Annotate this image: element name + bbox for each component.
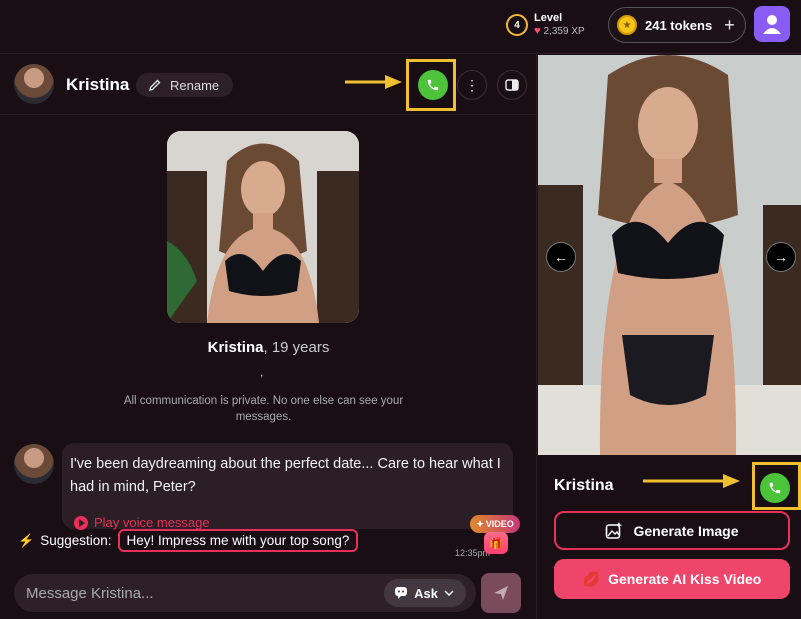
lightning-icon: ⚡ bbox=[18, 532, 35, 548]
plus-icon[interactable]: + bbox=[724, 15, 735, 36]
character-name: Kristina bbox=[66, 75, 130, 94]
profile-age: , 19 years bbox=[263, 339, 330, 356]
send-button[interactable] bbox=[481, 573, 521, 613]
generate-image-button[interactable]: Generate Image bbox=[554, 511, 790, 550]
panel-toggle-icon bbox=[505, 79, 519, 91]
user-avatar-button[interactable] bbox=[754, 6, 790, 42]
gift-icon[interactable]: 🎁 bbox=[484, 532, 508, 554]
message-input[interactable] bbox=[26, 584, 385, 602]
previous-photo-button[interactable]: ← bbox=[546, 242, 576, 272]
chat-pane: Kristina Rename ⋮ Kristina, 19 years , A… bbox=[0, 55, 537, 619]
message-avatar bbox=[14, 444, 54, 484]
tokens-button[interactable]: ★ 241 tokens + bbox=[608, 7, 746, 43]
separator-text: , bbox=[260, 365, 264, 379]
call-button[interactable] bbox=[418, 70, 448, 100]
send-icon bbox=[494, 586, 508, 600]
next-photo-button[interactable]: → bbox=[766, 242, 796, 272]
suggestion-row: ⚡ Suggestion: Hey! Impress me with your … bbox=[18, 529, 359, 552]
arrow-annotation-icon bbox=[643, 474, 740, 488]
kiss-icon: 💋 bbox=[582, 570, 601, 587]
level-indicator[interactable]: 4 Level ♥ 2,359 XP bbox=[506, 12, 585, 38]
generate-kiss-video-button[interactable]: 💋 Generate AI Kiss Video bbox=[554, 559, 790, 599]
character-photo: ← → bbox=[538, 55, 801, 455]
chat-bubble-icon bbox=[395, 587, 408, 599]
image-sparkle-icon bbox=[606, 521, 623, 539]
chevron-down-icon bbox=[444, 590, 454, 596]
profile-image bbox=[167, 131, 359, 323]
arrow-annotation-icon bbox=[345, 75, 402, 89]
panel-call-button[interactable] bbox=[760, 473, 790, 503]
message-text: I've been daydreaming about the perfect … bbox=[70, 456, 501, 495]
avatar[interactable] bbox=[14, 64, 54, 104]
xp-value: 2,359 XP bbox=[543, 26, 585, 37]
profile-name: Kristina bbox=[207, 339, 264, 356]
chat-header: Kristina Rename ⋮ bbox=[0, 55, 537, 115]
level-label: Level bbox=[534, 12, 563, 24]
phone-icon bbox=[769, 482, 781, 494]
character-panel: ← → Kristina Generate Image 💋 Generate A… bbox=[538, 55, 801, 619]
video-badge[interactable]: ✦ VIDEO bbox=[470, 515, 520, 533]
pencil-icon bbox=[149, 79, 161, 91]
profile-photo-graphic bbox=[167, 131, 359, 323]
play-voice-button[interactable]: Play voice message bbox=[74, 515, 210, 530]
more-options-button[interactable]: ⋮ bbox=[457, 70, 487, 100]
rename-label: Rename bbox=[170, 77, 220, 93]
more-vertical-icon: ⋮ bbox=[465, 76, 479, 93]
character-photo-graphic bbox=[538, 55, 801, 455]
message-bubble: I've been daydreaming about the perfect … bbox=[62, 443, 513, 530]
coin-icon: ★ bbox=[617, 15, 637, 35]
arrow-left-icon: ← bbox=[554, 249, 568, 265]
panel-character-name: Kristina bbox=[554, 477, 614, 494]
privacy-notice: All communication is private. No one els… bbox=[123, 395, 404, 423]
ask-label: Ask bbox=[414, 585, 438, 601]
sparkle-icon: ✦ bbox=[476, 518, 484, 529]
heart-icon: ♥ bbox=[534, 25, 541, 37]
message-input-row: Ask bbox=[14, 574, 476, 612]
voice-label: Play voice message bbox=[94, 515, 210, 530]
tokens-label: 241 tokens bbox=[645, 17, 713, 33]
top-bar: 4 Level ♥ 2,359 XP ★ 241 tokens + bbox=[0, 0, 801, 54]
video-badge-label: VIDEO bbox=[485, 519, 514, 529]
generate-image-label: Generate Image bbox=[633, 522, 739, 539]
phone-icon bbox=[427, 79, 439, 91]
suggestion-label: Suggestion: bbox=[40, 533, 112, 548]
user-icon bbox=[763, 15, 781, 34]
generate-kiss-label: Generate AI Kiss Video bbox=[608, 571, 762, 587]
suggestion-chip[interactable]: Hey! Impress me with your top song? bbox=[117, 529, 359, 552]
level-badge: 4 bbox=[506, 14, 528, 36]
toggle-panel-button[interactable] bbox=[497, 70, 527, 100]
app-window: 4 Level ♥ 2,359 XP ★ 241 tokens + Kristi… bbox=[0, 0, 801, 619]
play-icon bbox=[74, 515, 88, 530]
rename-button[interactable]: Rename bbox=[136, 73, 233, 97]
arrow-right-icon: → bbox=[774, 249, 788, 265]
ask-dropdown[interactable]: Ask bbox=[384, 579, 466, 607]
